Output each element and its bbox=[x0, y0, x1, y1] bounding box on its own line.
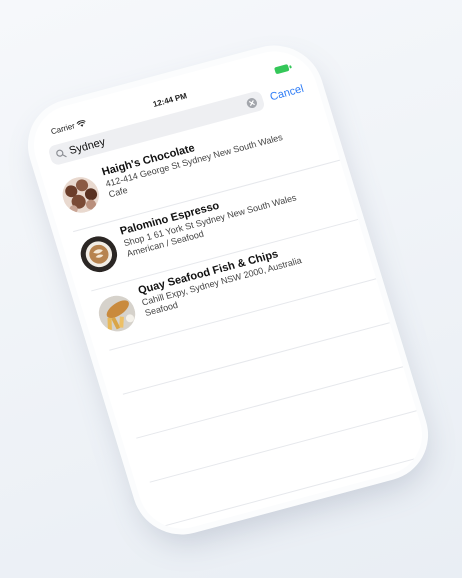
fish-and-chips-photo-icon bbox=[94, 291, 140, 336]
cancel-button[interactable]: Cancel bbox=[269, 83, 306, 103]
phone-screen: Carrier 12:44 PM Sydney Cancel Haigh's C… bbox=[23, 42, 433, 538]
results-list: Haigh's Chocolate 412-414 George St Sydn… bbox=[42, 101, 433, 538]
clear-search-icon[interactable] bbox=[245, 96, 259, 109]
stage: Carrier 12:44 PM Sydney Cancel Haigh's C… bbox=[0, 0, 462, 578]
chocolates-photo-icon bbox=[58, 173, 104, 217]
coffee-cup-photo-icon bbox=[76, 232, 122, 277]
search-icon bbox=[56, 149, 67, 158]
